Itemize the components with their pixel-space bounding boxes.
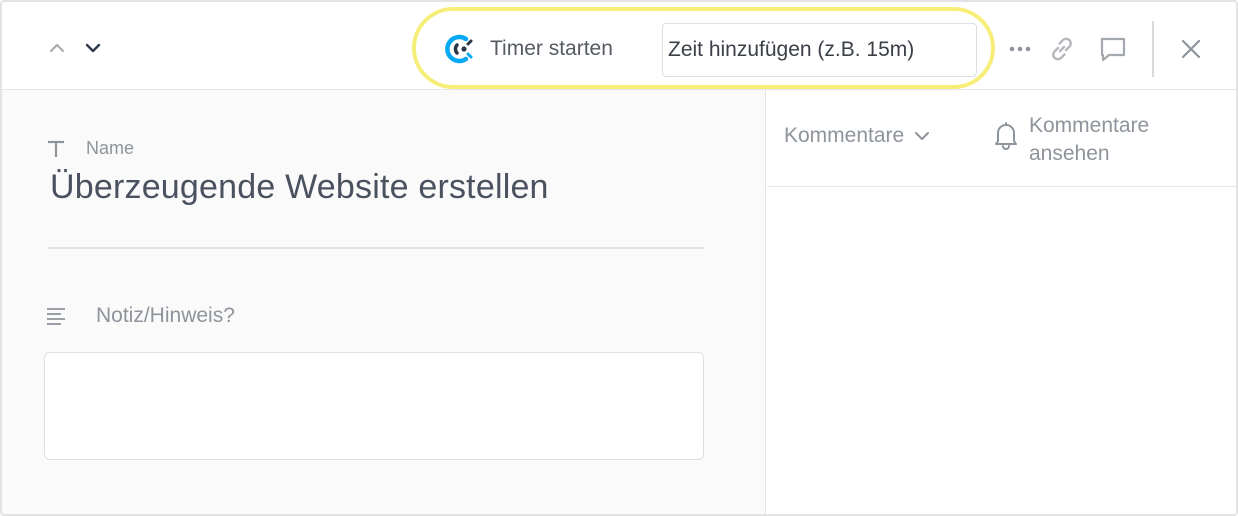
watch-comments-button[interactable]: Kommentare ansehen <box>993 112 1189 168</box>
chevron-down-icon <box>915 132 930 140</box>
open-comments-button[interactable] <box>1096 32 1130 66</box>
comments-pane: Kommentare Kommentare ansehen <box>767 90 1236 514</box>
previous-task-button[interactable] <box>44 32 70 64</box>
time-entry-input[interactable] <box>662 23 977 77</box>
clockify-icon <box>445 34 473 64</box>
start-timer-label: Timer starten <box>490 37 613 60</box>
note-textarea[interactable] <box>44 352 704 460</box>
comments-header: Kommentare Kommentare ansehen <box>767 90 1236 187</box>
close-panel-button[interactable] <box>1174 32 1208 66</box>
paragraph-icon <box>47 308 65 325</box>
more-icon <box>1009 46 1031 52</box>
copy-link-button[interactable] <box>1045 32 1079 66</box>
more-options-button[interactable] <box>1003 32 1037 66</box>
comment-icon <box>1100 37 1126 62</box>
chevron-up-icon <box>50 44 64 52</box>
toolbar-divider <box>1152 21 1154 77</box>
note-field-label: Notiz/Hinweis? <box>46 304 235 328</box>
start-timer-button[interactable]: Timer starten <box>444 30 613 68</box>
task-details-pane: Name Überzeugende Website erstellen Noti… <box>2 90 766 514</box>
comments-dropdown-label: Kommentare <box>784 124 905 147</box>
task-toolbar: Timer starten <box>2 2 1236 90</box>
watch-comments-label: Kommentare ansehen <box>1029 114 1150 165</box>
task-title[interactable]: Überzeugende Website erstellen <box>50 168 549 207</box>
bell-icon <box>995 122 1017 150</box>
comments-filter-dropdown[interactable]: Kommentare <box>784 124 930 148</box>
note-label: Notiz/Hinweis? <box>96 304 235 327</box>
close-icon <box>1181 39 1201 59</box>
next-task-button[interactable] <box>80 32 106 64</box>
section-divider <box>48 247 704 249</box>
text-field-icon <box>48 140 64 157</box>
chevron-down-icon <box>85 43 101 53</box>
name-label: Name <box>86 138 135 158</box>
task-detail-panel: Timer starten Zeit hinzufügen (z.B. 15m)… <box>0 0 1238 516</box>
link-icon <box>1052 37 1072 61</box>
name-field-label: Name <box>46 138 134 159</box>
